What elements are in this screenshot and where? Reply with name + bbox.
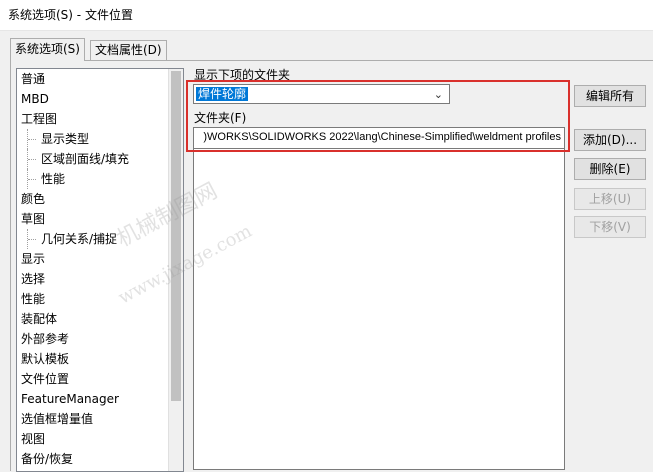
tree-item-label: 颜色	[21, 192, 46, 206]
tree-item[interactable]: 文件位置	[21, 369, 69, 389]
move-down-button[interactable]: 下移(V)	[574, 216, 646, 238]
tree-item[interactable]: 视图	[21, 429, 45, 449]
tree-item[interactable]: 显示类型	[27, 129, 89, 149]
tree-item-label: 性能	[41, 172, 66, 186]
tree-item-label: 备份/恢复	[21, 452, 74, 466]
window-title: 系统选项(S) - 文件位置	[8, 8, 133, 22]
tree-item-label: MBD	[21, 92, 49, 106]
tree-guide-line	[27, 149, 38, 169]
tree-item-label: 文件位置	[21, 372, 70, 386]
folder-type-dropdown[interactable]: 焊件轮廓 ⌄	[193, 84, 450, 104]
tree-item[interactable]: 工程图	[21, 109, 57, 129]
tree-item[interactable]: MBD	[21, 89, 49, 109]
delete-button[interactable]: 删除(E)	[574, 158, 646, 180]
add-button[interactable]: 添加(D)...	[574, 129, 646, 151]
tree-item-label: 性能	[21, 292, 46, 306]
tree-item-label: 几何关系/捕捉	[41, 232, 118, 246]
tab-document-properties[interactable]: 文档属性(D)	[90, 40, 167, 60]
dropdown-selected-value: 焊件轮廓	[194, 86, 250, 102]
tree-item-label: 默认模板	[21, 352, 70, 366]
tree-guide-line	[27, 229, 38, 249]
tree-item[interactable]: 外部参考	[21, 329, 69, 349]
scrollbar-thumb[interactable]	[171, 71, 181, 401]
options-tree[interactable]: 普通 MBD 工程图 显示类型 区域剖面线/填充 性能 颜色 草图 几何关系/捕捉 显示 选择 性能装…	[16, 68, 184, 472]
tree-item[interactable]: 草图	[21, 209, 45, 229]
folder-label: 文件夹(F)	[194, 111, 247, 125]
tree-item-label: 视图	[21, 432, 46, 446]
folder-path-field[interactable]: )WORKS\SOLIDWORKS 2022\lang\Chinese-Simp…	[193, 127, 565, 149]
chevron-down-icon[interactable]: ⌄	[434, 88, 443, 101]
tree-item[interactable]: 颜色	[21, 189, 45, 209]
tree-item-label: 装配体	[21, 312, 58, 326]
edit-all-button[interactable]: 编辑所有	[574, 85, 646, 107]
tree-item[interactable]: 性能	[27, 169, 65, 189]
move-up-button[interactable]: 上移(U)	[574, 188, 646, 210]
tree-item-label: 显示类型	[41, 132, 90, 146]
tree-item-label: 外部参考	[21, 332, 70, 346]
tree-scrollbar[interactable]	[168, 69, 183, 471]
tree-item-label: 选择	[21, 272, 46, 286]
folder-path-value: )WORKS\SOLIDWORKS 2022\lang\Chinese-Simp…	[203, 131, 561, 143]
tab-system-options[interactable]: 系统选项(S)	[10, 38, 85, 61]
tree-item-label: FeatureManager	[21, 392, 119, 406]
show-folders-label: 显示下项的文件夹	[194, 68, 291, 82]
tree-guide-line	[27, 129, 38, 149]
folder-list[interactable]	[193, 149, 565, 470]
tree-guide-line	[27, 169, 38, 189]
title-bar: 系统选项(S) - 文件位置	[0, 0, 653, 31]
tree-item[interactable]: 显示	[21, 249, 45, 269]
tree-item[interactable]: 默认模板	[21, 349, 69, 369]
tree-item[interactable]: 选值框增量值	[21, 409, 93, 429]
tree-item-label: 显示	[21, 252, 46, 266]
tree-item-label: 工程图	[21, 112, 58, 126]
tree-item-label: 普通	[21, 72, 46, 86]
tree-item[interactable]: 区域剖面线/填充	[27, 149, 129, 169]
tree-item[interactable]: 选择	[21, 269, 45, 289]
tree-item[interactable]: 普通	[21, 69, 45, 89]
tree-item[interactable]: 备份/恢复	[21, 449, 73, 469]
tree-item-label: 选值框增量值	[21, 412, 94, 426]
tree-item[interactable]: 性能	[21, 289, 45, 309]
tree-item[interactable]: FeatureManager	[21, 389, 119, 409]
tree-item-label: 区域剖面线/填充	[41, 152, 130, 166]
tree-item[interactable]: 几何关系/捕捉	[27, 229, 117, 249]
tree-item[interactable]: 装配体	[21, 309, 57, 329]
tree-item-label: 草图	[21, 212, 46, 226]
